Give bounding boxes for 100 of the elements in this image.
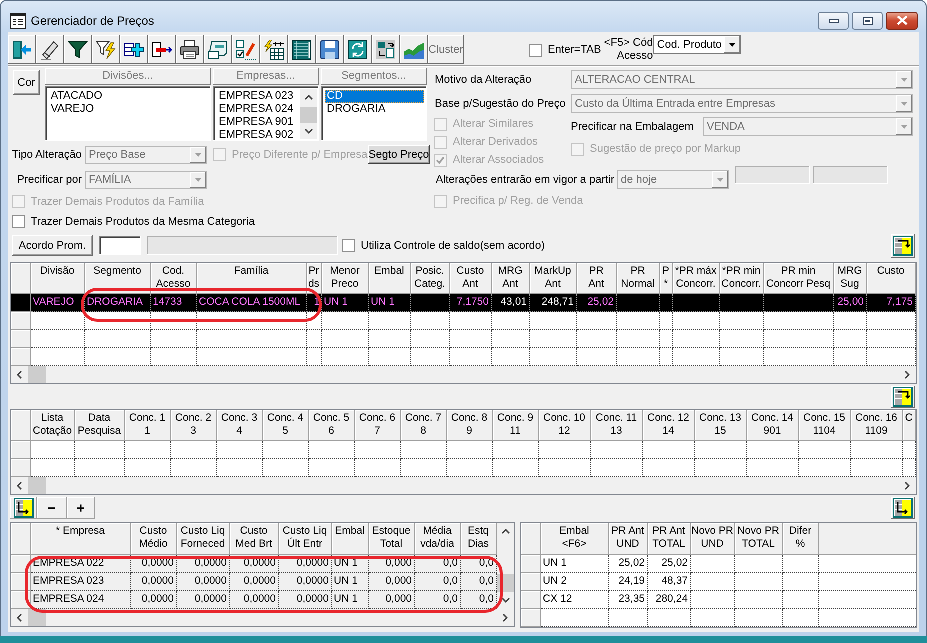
column-header[interactable]: Conc. 4 5 [263,410,309,441]
column-header[interactable]: Divisão [31,263,85,294]
horizontal-scrollbar[interactable] [11,477,916,494]
toolbar-button[interactable] [10,497,37,519]
column-header[interactable]: *PR min Concorr. [720,263,764,294]
column-header[interactable]: Conc. 15 1104 [799,410,851,441]
list-item[interactable]: EMPRESA 902 [217,129,299,142]
column-header[interactable]: Custo Médio [131,523,177,555]
column-header[interactable]: PR Normal [617,263,660,294]
column-header[interactable]: P * [660,263,673,294]
list-item[interactable]: VAREJO [49,103,208,116]
scrollbar-thumb[interactable] [28,477,46,494]
column-header[interactable]: MRG Sug [834,263,867,294]
column-header[interactable]: Embal [369,263,411,294]
list-item[interactable]: EMPRESA 023 [217,90,299,103]
toolbar-button[interactable] [891,386,915,408]
add-button[interactable]: + [67,497,95,519]
toolbar-button[interactable] [288,35,316,64]
column-header[interactable]: PR min Concorr Pesq [764,263,834,294]
column-header[interactable]: Custo Liq Últ Entr [279,523,332,555]
horizontal-scrollbar[interactable] [11,366,916,383]
column-header[interactable]: C [903,410,916,441]
column-header[interactable]: PR Ant TOTAL [648,523,691,555]
column-header[interactable]: Conc. 8 9 [447,410,493,441]
column-header[interactable]: Novo PR UND [691,523,735,555]
column-header[interactable]: Conc. 3 4 [217,410,263,441]
table-row[interactable]: CX 12 23,35 280,24 [521,591,916,609]
toolbar-button[interactable] [232,35,260,64]
toolbar-button[interactable] [148,35,176,64]
column-header[interactable]: Embal <F6> [541,523,609,555]
checkbox[interactable]: Utiliza Controle de saldo(sem acordo) [342,239,546,252]
toolbar-button[interactable] [891,234,915,258]
column-header[interactable]: Cod. Acesso [151,263,197,294]
list-item[interactable]: DROGARIA [325,103,424,116]
column-header[interactable]: Conc. 14 901 [747,410,799,441]
list-item[interactable]: EMPRESA 024 [217,103,299,116]
column-header[interactable]: Conc. 6 7 [355,410,401,441]
toolbar-button[interactable] [316,35,344,64]
scrollbar-thumb[interactable] [28,366,46,383]
column-header[interactable]: Conc. 12 14 [643,410,695,441]
column-header[interactable]: Estq Dias [461,523,497,555]
column-header[interactable]: Data Pesquisa [75,410,125,441]
list-item[interactable]: CD [325,90,424,103]
column-header[interactable]: Posic. Categ. [411,263,450,294]
toolbar-button[interactable] [120,35,148,64]
toolbar-button[interactable] [176,35,204,64]
column-header[interactable]: Média vda/dia [415,523,461,555]
table-row[interactable]: EMPRESA 024 0,0000 0,0000 0,0000 0,0000 UN 1 0,000 0,0 0,0 [11,591,497,609]
column-header[interactable]: Custo [867,263,916,294]
column-header[interactable]: MarkUp Ant [530,263,577,294]
minimize-button[interactable] [818,12,849,30]
input-field[interactable] [99,236,141,255]
column-header[interactable]: Lista Cotação [31,410,75,441]
restore-button[interactable] [852,12,883,30]
toolbar-button[interactable] [891,497,915,519]
column-header[interactable]: Conc. 13 15 [695,410,747,441]
toolbar-button[interactable] [260,35,288,64]
column-header[interactable]: Conc. 1 1 [125,410,171,441]
column-header[interactable]: *PR máx Concorr. [673,263,720,294]
column-header[interactable]: Custo Liq Forneced [177,523,230,555]
close-button[interactable] [886,12,918,30]
vertical-scrollbar[interactable] [497,523,514,609]
column-header[interactable]: Menor Preco [322,263,369,294]
list-box[interactable]: CD DROGARIA [321,86,427,141]
scrollbar-thumb[interactable] [300,107,317,123]
column-header[interactable]: Custo Med Brt [230,523,279,555]
column-header[interactable]: Conc. 16 1109 [851,410,903,441]
column-header[interactable]: Embal [332,523,369,555]
column-header[interactable]: Novo PR TOTAL [735,523,783,555]
toolbar-button[interactable] [204,35,232,64]
toolbar-button[interactable] [372,35,400,64]
column-header[interactable]: PR Ant UND [609,523,648,555]
table-row[interactable]: EMPRESA 023 0,0000 0,0000 0,0000 0,0000 UN 1 0,000 0,0 0,0 [11,573,497,591]
remove-button[interactable]: − [37,497,67,519]
column-header[interactable]: Segmento [85,263,151,294]
column-header[interactable]: MRG Ant [492,263,530,294]
column-header[interactable]: Família [197,263,307,294]
list-item[interactable]: EMPRESA 901 [217,116,299,129]
table-row[interactable]: UN 2 24,19 48,37 [521,573,916,591]
column-header[interactable]: Conc. 5 6 [309,410,355,441]
column-header[interactable]: Conc. 10 12 [539,410,591,441]
list-box[interactable]: EMPRESA 023 EMPRESA 024 EMPRESA 901 EMPRESA 902 [213,86,319,141]
toolbar-button[interactable] [64,35,92,64]
toolbar-button[interactable] [92,35,120,64]
color-button[interactable]: Cor [13,70,40,95]
table-row[interactable]: VAREJO DROGARIA 14733 COCA COLA 1500ML 1 UN 1 UN 1 7,1750 43,01 248,71 25,02 25,00 7,175 [11,294,916,312]
promo-agreement-button[interactable]: Acordo Prom. [12,235,93,256]
list-box[interactable]: ATACADO VAREJO [45,86,211,141]
column-header[interactable]: Estoque Total [369,523,415,555]
toolbar-button[interactable] [8,35,36,64]
column-header[interactable]: Conc. 2 3 [171,410,217,441]
dropdown[interactable]: Cod. Produto [653,35,742,54]
checkbox[interactable]: Enter=TAB [529,44,602,56]
column-header[interactable]: Conc. 9 11 [493,410,539,441]
list-item[interactable]: ATACADO [49,90,208,103]
toolbar-button[interactable] [344,35,372,64]
checkbox[interactable]: Trazer Demais Produtos da Mesma Categoria [12,215,255,228]
segment-price-button[interactable]: Segto Preço [368,145,430,164]
column-header[interactable]: Conc. 11 13 [591,410,643,441]
column-header[interactable]: Custo Ant [450,263,492,294]
